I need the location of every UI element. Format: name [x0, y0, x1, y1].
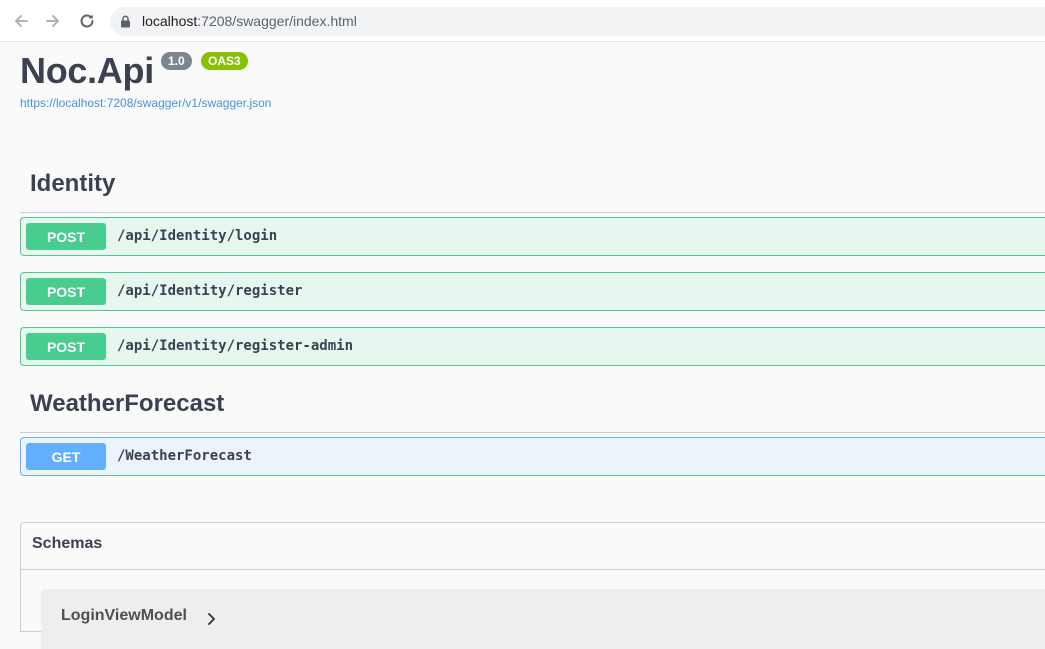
swagger-json-link[interactable]: https://localhost:7208/swagger/v1/swagge…	[20, 96, 271, 110]
operation-path: /api/Identity/login	[117, 228, 278, 244]
address-bar[interactable]: localhost:7208/swagger/index.html	[110, 7, 1045, 36]
back-arrow-icon	[15, 15, 28, 27]
version-badge: 1.0	[161, 52, 192, 70]
method-badge: POST	[26, 278, 106, 305]
opblock-post-register[interactable]: POST /api/Identity/register	[20, 272, 1045, 311]
forward-arrow-icon	[46, 15, 59, 27]
forward-button[interactable]	[42, 10, 64, 32]
method-badge: GET	[26, 443, 106, 470]
method-badge: POST	[26, 223, 106, 250]
url-host: localhost	[142, 13, 198, 29]
api-title: Noc.Api	[20, 50, 154, 91]
operation-path: /WeatherForecast	[117, 448, 252, 464]
browser-toolbar: localhost:7208/swagger/index.html	[0, 0, 1045, 42]
reload-button[interactable]	[76, 10, 98, 32]
opblock-post-login[interactable]: POST /api/Identity/login	[20, 217, 1045, 256]
opblock-get-weatherforecast[interactable]: GET /WeatherForecast	[20, 437, 1045, 476]
chevron-right-icon	[208, 613, 215, 625]
tag-name: Identity	[30, 170, 116, 197]
oas-badge: OAS3	[201, 52, 248, 70]
model-login-view-model[interactable]: LoginViewModel	[41, 589, 1045, 649]
schemas-section: Schemas LoginViewModel	[20, 522, 1045, 649]
operation-path: /api/Identity/register-admin	[117, 338, 354, 354]
opblock-post-register-admin[interactable]: POST /api/Identity/register-admin	[20, 327, 1045, 366]
lock-icon	[121, 15, 130, 28]
method-badge: POST	[26, 333, 106, 360]
model-name: LoginViewModel	[61, 607, 187, 624]
schemas-title: Schemas	[32, 535, 103, 552]
operation-path: /api/Identity/register	[117, 283, 303, 299]
reload-icon	[80, 14, 94, 28]
url-path: :7208/swagger/index.html	[197, 13, 357, 29]
tag-header-identity[interactable]: Identity	[20, 170, 1045, 213]
schemas-header[interactable]: Schemas	[21, 523, 1045, 570]
tag-name: WeatherForecast	[30, 390, 225, 417]
tag-header-weatherforecast[interactable]: WeatherForecast	[20, 390, 1045, 433]
back-button[interactable]	[10, 10, 32, 32]
url-text: localhost:7208/swagger/index.html	[142, 13, 357, 29]
